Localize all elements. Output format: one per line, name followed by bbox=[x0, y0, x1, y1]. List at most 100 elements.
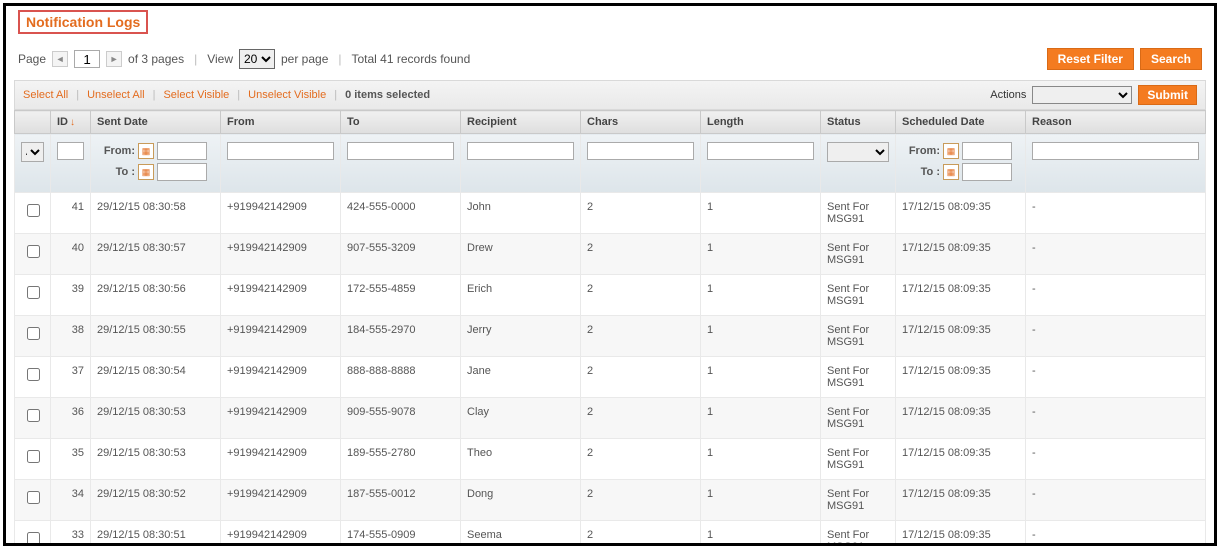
row-checkbox[interactable] bbox=[27, 327, 40, 340]
cell-sent-date: 29/12/15 08:30:54 bbox=[91, 357, 221, 398]
unselect-visible-link[interactable]: Unselect Visible bbox=[248, 89, 326, 101]
filter-sched-to-input[interactable] bbox=[962, 163, 1012, 181]
cell-status: Sent For MSG91 bbox=[821, 357, 896, 398]
cell-sent-date: 29/12/15 08:30:57 bbox=[91, 234, 221, 275]
row-checkbox[interactable] bbox=[27, 409, 40, 422]
row-checkbox[interactable] bbox=[27, 245, 40, 258]
header-status[interactable]: Status bbox=[821, 111, 896, 134]
row-checkbox[interactable] bbox=[27, 491, 40, 504]
header-id[interactable]: ID↓ bbox=[51, 111, 91, 134]
filter-check-select[interactable]: Any bbox=[21, 142, 44, 162]
logs-table: ID↓ Sent Date From To Recipient Chars Le… bbox=[14, 110, 1206, 546]
table-row[interactable]: 3529/12/15 08:30:53+919942142909189-555-… bbox=[15, 439, 1206, 480]
cell-to: 174-555-0909 bbox=[341, 521, 461, 547]
table-row[interactable]: 4129/12/15 08:30:58+919942142909424-555-… bbox=[15, 193, 1206, 234]
header-length[interactable]: Length bbox=[701, 111, 821, 134]
cell-recipient: Drew bbox=[461, 234, 581, 275]
cell-recipient: Clay bbox=[461, 398, 581, 439]
filter-sent-to-input[interactable] bbox=[157, 163, 207, 181]
next-page-button[interactable]: ► bbox=[106, 51, 122, 67]
cell-scheduled: 17/12/15 08:09:35 bbox=[896, 439, 1026, 480]
select-visible-link[interactable]: Select Visible bbox=[163, 89, 229, 101]
filter-id-input[interactable] bbox=[57, 142, 84, 160]
table-row[interactable]: 3629/12/15 08:30:53+919942142909909-555-… bbox=[15, 398, 1206, 439]
header-reason[interactable]: Reason bbox=[1026, 111, 1206, 134]
cell-from: +919942142909 bbox=[221, 521, 341, 547]
cell-chars: 2 bbox=[581, 398, 701, 439]
pager-row: Page ◄ ► of 3 pages | View 20 per page |… bbox=[14, 42, 1206, 80]
actions-select[interactable] bbox=[1032, 86, 1132, 104]
search-button[interactable]: Search bbox=[1140, 48, 1202, 70]
filter-reason-input[interactable] bbox=[1032, 142, 1199, 160]
cell-chars: 2 bbox=[581, 234, 701, 275]
cell-sent-date: 29/12/15 08:30:55 bbox=[91, 316, 221, 357]
calendar-icon[interactable]: ▦ bbox=[138, 143, 154, 159]
header-from[interactable]: From bbox=[221, 111, 341, 134]
header-scheduled-date[interactable]: Scheduled Date bbox=[896, 111, 1026, 134]
header-to[interactable]: To bbox=[341, 111, 461, 134]
filter-sched-from-input[interactable] bbox=[962, 142, 1012, 160]
cell-to: 888-888-8888 bbox=[341, 357, 461, 398]
row-checkbox[interactable] bbox=[27, 450, 40, 463]
select-all-link[interactable]: Select All bbox=[23, 89, 68, 101]
sort-desc-icon: ↓ bbox=[70, 117, 75, 128]
cell-length: 1 bbox=[701, 480, 821, 521]
cell-id: 38 bbox=[51, 316, 91, 357]
row-checkbox[interactable] bbox=[27, 368, 40, 381]
per-page-suffix: per page bbox=[281, 52, 328, 66]
header-sent-date[interactable]: Sent Date bbox=[91, 111, 221, 134]
cell-scheduled: 17/12/15 08:09:35 bbox=[896, 357, 1026, 398]
title-wrap: Notification Logs bbox=[18, 10, 1206, 34]
header-checkbox[interactable] bbox=[15, 111, 51, 134]
cell-id: 40 bbox=[51, 234, 91, 275]
cell-recipient: Erich bbox=[461, 275, 581, 316]
unselect-all-link[interactable]: Unselect All bbox=[87, 89, 144, 101]
filter-to-input[interactable] bbox=[347, 142, 454, 160]
filter-from-input[interactable] bbox=[227, 142, 334, 160]
per-page-select[interactable]: 20 bbox=[239, 49, 275, 69]
cell-id: 37 bbox=[51, 357, 91, 398]
row-checkbox[interactable] bbox=[27, 286, 40, 299]
header-chars[interactable]: Chars bbox=[581, 111, 701, 134]
cell-reason: - bbox=[1026, 357, 1206, 398]
page-number-input[interactable] bbox=[74, 50, 100, 68]
table-row[interactable]: 3329/12/15 08:30:51+919942142909174-555-… bbox=[15, 521, 1206, 547]
calendar-icon[interactable]: ▦ bbox=[138, 164, 154, 180]
row-checkbox[interactable] bbox=[27, 532, 40, 545]
cell-chars: 2 bbox=[581, 521, 701, 547]
header-recipient[interactable]: Recipient bbox=[461, 111, 581, 134]
cell-from: +919942142909 bbox=[221, 357, 341, 398]
items-selected-label: 0 items selected bbox=[345, 89, 430, 101]
cell-to: 907-555-3209 bbox=[341, 234, 461, 275]
table-row[interactable]: 3729/12/15 08:30:54+919942142909888-888-… bbox=[15, 357, 1206, 398]
separator: | bbox=[338, 52, 341, 66]
filter-to-label: To : bbox=[902, 166, 940, 178]
filter-recipient-input[interactable] bbox=[467, 142, 574, 160]
filter-sent-from-input[interactable] bbox=[157, 142, 207, 160]
cell-id: 33 bbox=[51, 521, 91, 547]
filter-chars-input[interactable] bbox=[587, 142, 694, 160]
filter-length-input[interactable] bbox=[707, 142, 814, 160]
cell-length: 1 bbox=[701, 193, 821, 234]
prev-page-button[interactable]: ◄ bbox=[52, 51, 68, 67]
cell-to: 189-555-2780 bbox=[341, 439, 461, 480]
separator: | bbox=[194, 52, 197, 66]
submit-button[interactable]: Submit bbox=[1138, 85, 1197, 105]
page-title: Notification Logs bbox=[18, 10, 148, 34]
table-row[interactable]: 3829/12/15 08:30:55+919942142909184-555-… bbox=[15, 316, 1206, 357]
table-row[interactable]: 3929/12/15 08:30:56+919942142909172-555-… bbox=[15, 275, 1206, 316]
cell-scheduled: 17/12/15 08:09:35 bbox=[896, 275, 1026, 316]
reset-filter-button[interactable]: Reset Filter bbox=[1047, 48, 1134, 70]
table-row[interactable]: 4029/12/15 08:30:57+919942142909907-555-… bbox=[15, 234, 1206, 275]
filter-status-select[interactable] bbox=[827, 142, 889, 162]
cell-length: 1 bbox=[701, 357, 821, 398]
app-frame: Notification Logs Page ◄ ► of 3 pages | … bbox=[3, 3, 1217, 546]
calendar-icon[interactable]: ▦ bbox=[943, 164, 959, 180]
calendar-icon[interactable]: ▦ bbox=[943, 143, 959, 159]
table-row[interactable]: 3429/12/15 08:30:52+919942142909187-555-… bbox=[15, 480, 1206, 521]
cell-length: 1 bbox=[701, 234, 821, 275]
page-label: Page bbox=[18, 52, 46, 66]
cell-reason: - bbox=[1026, 193, 1206, 234]
row-checkbox[interactable] bbox=[27, 204, 40, 217]
cell-scheduled: 17/12/15 08:09:35 bbox=[896, 316, 1026, 357]
